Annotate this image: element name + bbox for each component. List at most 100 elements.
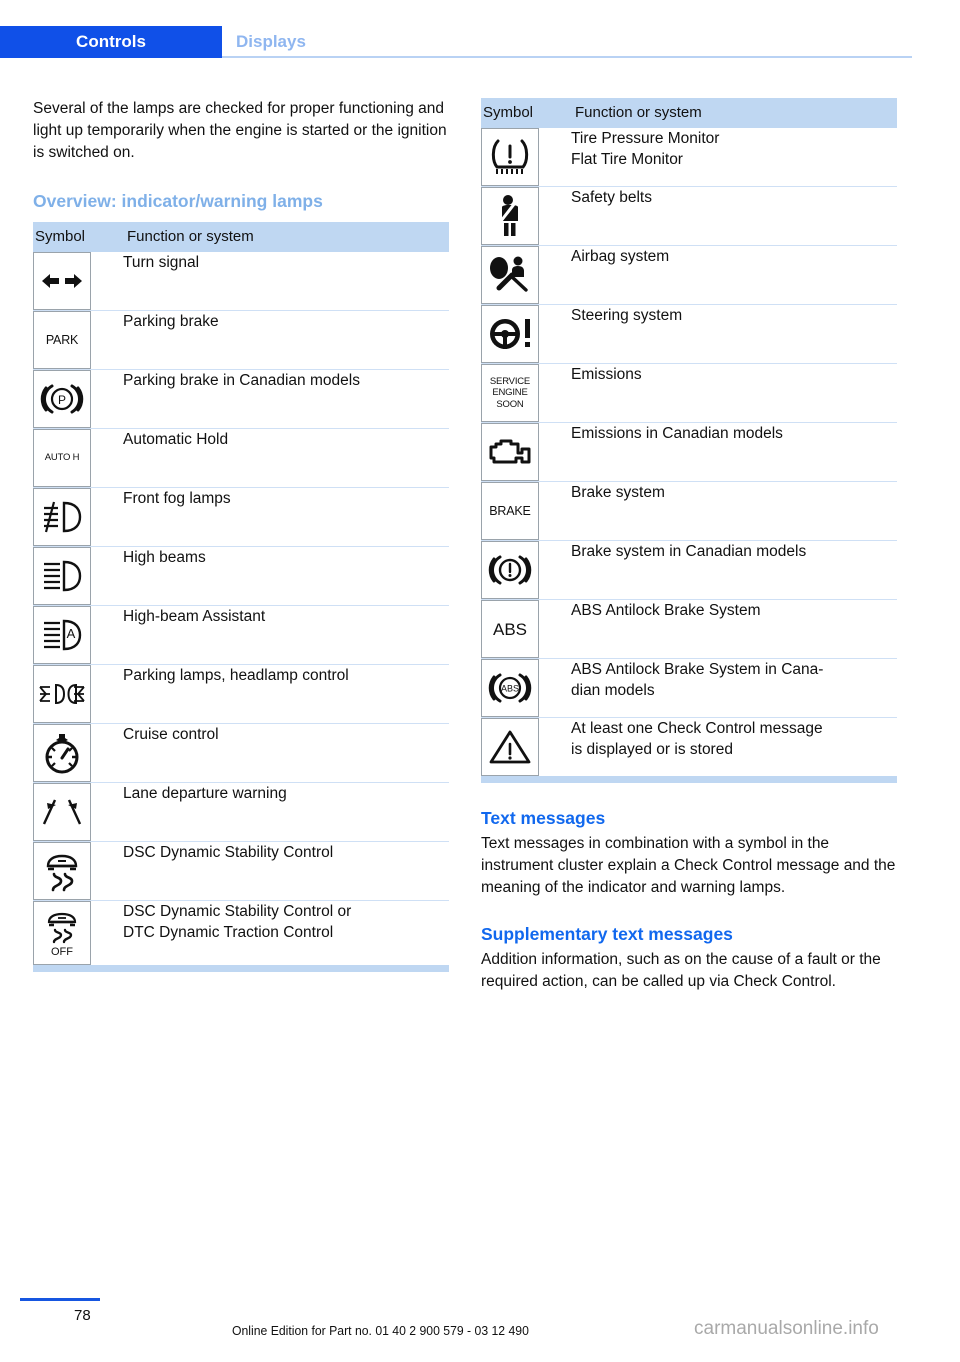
- supplementary-text-messages-body: Addition information, such as on the cau…: [481, 951, 881, 990]
- row-label: ABS Antilock Brake System: [571, 599, 897, 659]
- row-label-line1: Cruise control: [123, 726, 219, 743]
- tab-underline-rule: [222, 56, 912, 58]
- row-label: Parking brake in Canadian models: [123, 369, 449, 429]
- row-label-line1: Front fog lamps: [123, 490, 231, 507]
- row-label-line1: Safety belts: [571, 189, 652, 206]
- symbol-cell: [481, 186, 571, 246]
- footer-rule: [20, 1298, 100, 1301]
- row-label-line1: Parking brake in Canadian models: [123, 372, 360, 389]
- service-line-1: SERVICE: [489, 375, 531, 387]
- symbol-cell: [33, 723, 123, 783]
- tab-bar: Controls Displays: [0, 26, 960, 58]
- row-label-line1: Brake system in Canadian models: [571, 543, 807, 560]
- row-label: Steering system: [571, 304, 897, 364]
- row-label: High-beam Assistant: [123, 605, 449, 665]
- parking-brake-canadian-icon: P: [33, 370, 91, 428]
- table-row: Parking lamps, headlamp control: [33, 664, 449, 724]
- row-label: Brake system in Canadian models: [571, 540, 897, 600]
- page-number: 78: [74, 1307, 91, 1324]
- symbol-cell: [481, 422, 571, 482]
- symbol-cell: [481, 245, 571, 305]
- check-engine-icon: [481, 423, 539, 481]
- row-label-line2: is displayed or is stored: [571, 741, 733, 758]
- symbol-cell: [33, 546, 123, 606]
- table-row: Safety belts: [481, 186, 897, 246]
- row-label: Front fog lamps: [123, 487, 449, 547]
- symbol-cell: [33, 841, 123, 901]
- brake-text-icon: BRAKE: [481, 482, 539, 540]
- symbol-cell: OFF: [33, 900, 123, 965]
- row-label: High beams: [123, 546, 449, 606]
- overview-heading: Overview: indicator/warning lamps: [33, 191, 323, 211]
- tab-displays-label: Displays: [236, 32, 306, 51]
- row-label: Brake system: [571, 481, 897, 541]
- table-header-row: Symbol Function or system: [33, 222, 449, 252]
- row-label-line1: ABS Antilock Brake System: [571, 602, 761, 619]
- tire-pressure-monitor-icon: [481, 128, 539, 186]
- row-label: Safety belts: [571, 186, 897, 246]
- left-column: Several of the lamps are checked for pro…: [33, 98, 449, 972]
- row-label-line1: Emissions: [571, 366, 642, 383]
- table-row: OFF DSC Dynamic Stability Control or DTC…: [33, 900, 449, 965]
- row-label: Emissions in Canadian models: [571, 422, 897, 482]
- symbol-cell: BRAKE: [481, 481, 571, 541]
- service-engine-soon-icon: SERVICE ENGINE SOON: [481, 364, 539, 422]
- svg-text:P: P: [58, 393, 66, 407]
- table-row: SERVICE ENGINE SOON Emissions: [481, 363, 897, 423]
- high-beam-assistant-icon: A: [33, 606, 91, 664]
- abs-text-icon: ABS: [481, 600, 539, 658]
- lane-departure-warning-icon: [33, 783, 91, 841]
- edition-line: Online Edition for Part no. 01 40 2 900 …: [232, 1323, 529, 1338]
- steering-system-icon: [481, 305, 539, 363]
- row-label-line2: DTC Dynamic Traction Control: [123, 924, 334, 941]
- symbol-cell: SERVICE ENGINE SOON: [481, 363, 571, 423]
- table-row: High beams: [33, 546, 449, 606]
- watermark: carmanualsonline.info: [694, 1318, 879, 1339]
- symbol-cell: A: [33, 605, 123, 665]
- symbol-cell: [481, 128, 571, 187]
- tab-displays[interactable]: Displays: [222, 26, 357, 58]
- tab-controls-label: Controls: [76, 32, 146, 51]
- row-label: Tire Pressure Monitor Flat Tire Monitor: [571, 128, 897, 187]
- table-row: Turn signal: [33, 252, 449, 311]
- service-line-3: SOON: [496, 398, 524, 410]
- table-row: At least one Check Control message is di…: [481, 717, 897, 776]
- row-label: Automatic Hold: [123, 428, 449, 488]
- row-label: Parking lamps, headlamp control: [123, 664, 449, 724]
- row-label-line1: High beams: [123, 549, 206, 566]
- table-row: PARK Parking brake: [33, 310, 449, 370]
- abs-canadian-icon: ABS: [481, 659, 539, 717]
- abs-label: ABS: [492, 619, 528, 639]
- tab-controls[interactable]: Controls: [0, 26, 222, 58]
- row-label: DSC Dynamic Stability Control: [123, 841, 449, 901]
- supplementary-text-messages-heading: Supplementary text messages: [481, 924, 733, 944]
- symbol-cell: [33, 252, 123, 311]
- row-label: DSC Dynamic Stability Control or DTC Dyn…: [123, 900, 449, 965]
- symbol-cell: [33, 664, 123, 724]
- row-label-line1: Parking lamps, headlamp control: [123, 667, 349, 684]
- table-row: ABS ABS Antilock Brake System: [481, 599, 897, 659]
- row-label-line1: Automatic Hold: [123, 431, 229, 448]
- row-label-line1: DSC Dynamic Stability Control or: [123, 903, 352, 920]
- service-engine-soon-label: SERVICE ENGINE SOON: [490, 376, 530, 411]
- airbag-icon: [481, 246, 539, 304]
- row-label-line1: At least one Check Control message: [571, 720, 823, 737]
- row-label: Cruise control: [123, 723, 449, 783]
- column-header-function: Function or system: [123, 222, 449, 252]
- intro-paragraph: Several of the lamps are checked for pro…: [33, 100, 447, 161]
- row-label: Airbag system: [571, 245, 897, 305]
- table-row: Steering system: [481, 304, 897, 364]
- table-row: DSC Dynamic Stability Control: [33, 841, 449, 901]
- symbol-cell: AUTO H: [33, 428, 123, 488]
- row-label: Emissions: [571, 363, 897, 423]
- table-row: Tire Pressure Monitor Flat Tire Monitor: [481, 128, 897, 187]
- symbol-cell: P: [33, 369, 123, 429]
- park-text-icon: PARK: [33, 311, 91, 369]
- service-line-2: ENGINE: [492, 387, 528, 399]
- row-label-line2: dian models: [571, 682, 655, 699]
- svg-text:ABS: ABS: [501, 684, 519, 694]
- dsc-off-icon: OFF: [33, 901, 91, 965]
- column-header-function: Function or system: [571, 98, 897, 128]
- brake-canadian-icon: [481, 541, 539, 599]
- cruise-control-icon: [33, 724, 91, 782]
